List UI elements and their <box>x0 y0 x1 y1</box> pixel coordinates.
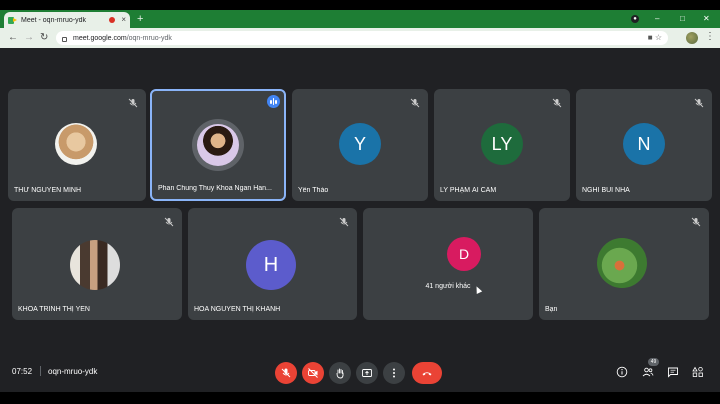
raise-hand-button[interactable] <box>329 362 351 384</box>
meeting-control-bar: 07:52 oqn-mruo-ydk <box>0 352 720 392</box>
participant-count-badge: 49 <box>648 358 659 366</box>
mic-toggle-button[interactable] <box>275 362 297 384</box>
participant-letter-avatar: N <box>623 123 665 165</box>
participant-letter-avatar: Y <box>339 123 381 165</box>
participant-photo-avatar <box>55 123 97 165</box>
participant-name: KHOA TRÌNH THỊ YẾN <box>18 306 90 313</box>
leave-call-button[interactable] <box>412 362 442 384</box>
profile-avatar[interactable] <box>686 32 698 44</box>
participant-name: Yến Thảo <box>298 187 329 194</box>
tab-title: Meet - oqn-mruo-ydk <box>21 16 86 24</box>
meet-screen: Meet - oqn-mruo-ydk × + ● – □ ✕ ← → ↻ me… <box>0 0 720 404</box>
speaking-indicator-icon <box>267 95 280 108</box>
participant-letter-avatar: D <box>447 237 481 271</box>
participant-tile[interactable]: LY LY PHẠM ÁI CẦM <box>434 89 570 201</box>
participant-name: Phan Chung Thuy Khoa Ngan Han... <box>158 185 272 192</box>
participant-name: HÒA NGUYỄN THỊ KHÁNH <box>194 306 281 313</box>
close-window-button[interactable]: ✕ <box>703 13 710 25</box>
others-count-label: 41 người khác <box>425 283 471 290</box>
url-path: /oqn-mruo-ydk <box>126 34 172 42</box>
camera-off-icon <box>308 368 318 378</box>
recording-indicator-icon <box>109 17 116 23</box>
meeting-time: 07:52 <box>12 367 33 376</box>
participants-button[interactable] <box>640 364 656 380</box>
hand-icon <box>336 368 344 379</box>
url-host: meet.google.com <box>73 34 127 42</box>
more-vert-icon <box>393 368 395 378</box>
address-bar[interactable]: meet.google.com/oqn-mruo-ydk ■ ☆ <box>56 31 668 45</box>
participant-tile-active[interactable]: Phan Chung Thuy Khoa Ngan Han... <box>150 89 286 201</box>
mic-off-icon <box>694 95 704 108</box>
participant-name: LY PHẠM ÁI CẦM <box>440 187 497 194</box>
participant-photo-avatar <box>70 240 120 290</box>
chat-button[interactable] <box>665 364 681 380</box>
camera-toggle-button[interactable] <box>302 362 324 384</box>
browser-tab-meet[interactable]: Meet - oqn-mruo-ydk × <box>4 12 130 28</box>
participant-letter-avatar: LY <box>481 123 523 165</box>
letterbox-bottom <box>0 392 720 404</box>
more-options-button[interactable] <box>383 362 405 384</box>
reload-icon[interactable]: ↻ <box>40 31 48 45</box>
participant-tile[interactable]: Y Yến Thảo <box>292 89 428 201</box>
activities-icon <box>692 366 703 377</box>
participant-tile[interactable]: KHOA TRÌNH THỊ YẾN <box>12 208 182 320</box>
mic-off-icon <box>128 95 138 108</box>
browser-toolbar: ← → ↻ meet.google.com/oqn-mruo-ydk ■ ☆ <box>0 28 720 48</box>
participant-tile[interactable]: THƯ NGUYỄN MINH <box>8 89 146 201</box>
people-icon <box>642 367 654 377</box>
participant-name: NGHI BÙI NHÃ <box>582 187 630 194</box>
mic-off-icon <box>281 368 291 378</box>
mic-off-icon <box>339 214 349 227</box>
browser-menu-icon[interactable]: ⋮ <box>705 30 715 44</box>
tab-close-button[interactable]: × <box>121 16 126 24</box>
participant-letter-avatar: H <box>246 240 296 290</box>
present-screen-button[interactable] <box>356 362 378 384</box>
camera-permission-icon[interactable]: ■ ☆ <box>648 33 662 42</box>
meet-favicon-icon <box>8 16 17 25</box>
letterbox-top <box>0 0 720 10</box>
arrow-left-icon[interactable]: ← <box>8 31 18 45</box>
mic-off-icon <box>691 214 701 227</box>
activities-button[interactable] <box>690 364 706 380</box>
arrow-right-icon[interactable]: → <box>24 31 34 45</box>
participant-photo-avatar <box>197 124 239 166</box>
participant-tile[interactable]: N NGHI BÙI NHÃ <box>576 89 712 201</box>
lock-icon[interactable] <box>62 36 67 42</box>
browser-tab-strip: Meet - oqn-mruo-ydk × + ● – □ ✕ <box>0 10 720 28</box>
mic-off-icon <box>410 95 420 108</box>
self-tile[interactable]: Bạn <box>539 208 709 320</box>
present-icon <box>362 369 372 377</box>
url-text: meet.google.com/oqn-mruo-ydk <box>73 35 172 42</box>
self-name: Bạn <box>545 306 558 313</box>
minimize-button[interactable]: – <box>655 13 659 25</box>
profile-indicator-icon[interactable]: ● <box>631 15 639 23</box>
mic-off-icon <box>552 95 562 108</box>
new-tab-button[interactable]: + <box>137 12 143 26</box>
separator <box>40 366 41 376</box>
meeting-code: oqn-mruo-ydk <box>48 367 98 376</box>
hang-up-icon <box>422 372 432 376</box>
maximize-button[interactable]: □ <box>680 13 685 25</box>
participant-tile[interactable]: H HÒA NGUYỄN THỊ KHÁNH <box>188 208 357 320</box>
participant-name: THƯ NGUYỄN MINH <box>14 187 82 194</box>
chat-icon <box>668 367 678 378</box>
mic-off-icon <box>164 214 174 227</box>
info-icon <box>616 366 628 378</box>
meeting-details-button[interactable] <box>614 364 630 380</box>
others-tile[interactable]: D 41 người khác <box>363 208 533 320</box>
participant-photo-avatar <box>597 238 647 288</box>
